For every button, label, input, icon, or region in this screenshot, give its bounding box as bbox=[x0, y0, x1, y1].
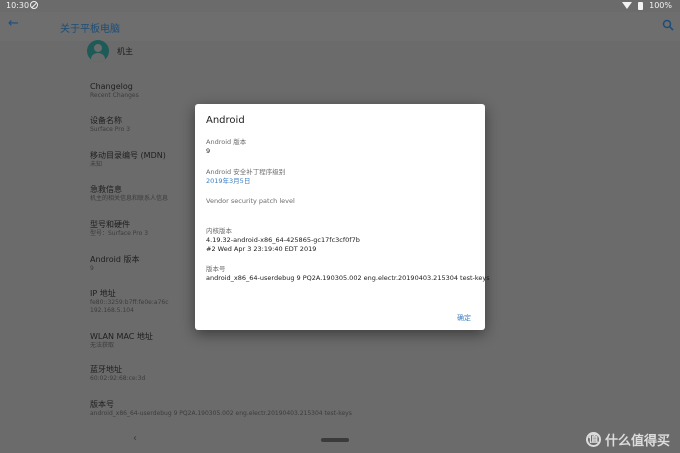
status-right: 100% bbox=[622, 1, 672, 10]
dialog-item-label: Android 安全补丁程序级别 bbox=[206, 168, 286, 176]
back-arrow-icon[interactable]: ← bbox=[8, 16, 19, 31]
list-item-title: 型号和硬件 bbox=[90, 220, 130, 229]
list-item-android-version[interactable]: Android 版本 9 bbox=[90, 254, 139, 273]
list-item-title: Changelog bbox=[90, 82, 133, 91]
dialog-item-vendor-patch: Vendor security patch level bbox=[206, 197, 295, 206]
dialog-item-value[interactable]: 2019年3月5日 bbox=[206, 177, 285, 186]
list-item-wlan-mac[interactable]: WLAN MAC 地址 无法获取 bbox=[90, 331, 153, 350]
do-not-disturb-icon bbox=[30, 1, 38, 9]
list-item-subtitle: Surface Pro 3 bbox=[90, 126, 131, 133]
list-item-model-hardware[interactable]: 型号和硬件 型号：Surface Pro 3 bbox=[90, 219, 148, 238]
list-item-title: 版本号 bbox=[90, 400, 114, 409]
list-item-build-number[interactable]: 版本号 android_x86_64-userdebug 9 PQ2A.1903… bbox=[90, 399, 352, 418]
list-item-subtitle-2: 192.168.5.104 bbox=[90, 307, 134, 314]
list-item-subtitle: 9 bbox=[90, 265, 94, 272]
avatar[interactable] bbox=[87, 40, 109, 62]
list-item-title: IP 地址 bbox=[90, 289, 116, 298]
list-item-bluetooth-address[interactable]: 蓝牙地址 60:02:92:68:ce:3d bbox=[90, 364, 145, 383]
nav-home-pill[interactable] bbox=[321, 438, 349, 442]
list-item-subtitle: android_x86_64-userdebug 9 PQ2A.190305.0… bbox=[90, 410, 352, 417]
dialog-item-android-version: Android 版本 9 bbox=[206, 138, 246, 156]
search-icon[interactable] bbox=[662, 19, 674, 31]
nav-back-icon[interactable]: ‹ bbox=[133, 433, 137, 444]
list-item-title: 移动目录编号 (MDN) bbox=[90, 151, 166, 160]
dialog-item-label: Vendor security patch level bbox=[206, 197, 295, 205]
watermark-text: 什么值得买 bbox=[604, 434, 670, 449]
dialog-title: Android bbox=[206, 115, 245, 126]
dialog-item-value: 9 bbox=[206, 147, 211, 155]
dialog-item-kernel-version: 内核版本 4.19.32-android-x86_64-425865-gc17f… bbox=[206, 227, 360, 254]
list-item-subtitle: 60:02:92:68:ce:3d bbox=[90, 375, 146, 382]
dialog-item-value: 4.19.32-android-x86_64-425865-gc17fc3cf0… bbox=[206, 236, 360, 244]
list-item-subtitle: 未知 bbox=[90, 161, 103, 168]
dialog-item-label: Android 版本 bbox=[206, 138, 247, 146]
dialog-item-label: 内核版本 bbox=[206, 227, 232, 235]
page-title: 关于平板电脑 bbox=[60, 24, 120, 35]
status-time: 10:30 bbox=[6, 1, 30, 10]
list-item-subtitle: 型号：Surface Pro 3 bbox=[90, 230, 149, 237]
dialog-item-label: 版本号 bbox=[206, 265, 226, 273]
list-item-title: Android 版本 bbox=[90, 255, 140, 264]
app-bar: ← 关于平板电脑 bbox=[0, 12, 680, 42]
dialog-item-value-2: #2 Wed Apr 3 23:19:40 EDT 2019 bbox=[206, 245, 317, 253]
battery-level: 100% bbox=[649, 1, 672, 10]
list-item-subtitle: Recent Changes bbox=[90, 92, 139, 99]
list-item-subtitle: 机主的相关信息和联系人信息 bbox=[90, 195, 169, 202]
list-item-title: WLAN MAC 地址 bbox=[90, 332, 153, 341]
list-item-changelog[interactable]: Changelog Recent Changes bbox=[90, 81, 139, 100]
list-item-device-name[interactable]: 设备名称 Surface Pro 3 bbox=[90, 115, 130, 134]
dialog-item-build-number: 版本号 android_x86_64-userdebug 9 PQ2A.1903… bbox=[206, 265, 490, 283]
list-item-title: 设备名称 bbox=[90, 116, 122, 125]
watermark-logo-icon: 值 bbox=[585, 432, 601, 447]
list-item-ip-address[interactable]: IP 地址 fe80::3259:b7ff:fe0e:a76c 192.168.… bbox=[90, 288, 169, 315]
wifi-icon bbox=[622, 2, 633, 9]
navigation-bar: ‹ 值 什么值得买 bbox=[0, 426, 680, 453]
list-item-emergency-info[interactable]: 急救信息 机主的相关信息和联系人信息 bbox=[90, 184, 168, 203]
status-bar: 10:30 100% bbox=[0, 0, 680, 12]
list-item-subtitle: 无法获取 bbox=[90, 342, 115, 349]
dialog-item-security-patch: Android 安全补丁程序级别 2019年3月5日 bbox=[206, 168, 285, 186]
dialog-item-value: android_x86_64-userdebug 9 PQ2A.190305.0… bbox=[206, 274, 490, 282]
owner-label: 机主 bbox=[117, 47, 133, 56]
watermark: 值 什么值得买 bbox=[585, 430, 670, 449]
battery-icon bbox=[638, 1, 644, 10]
list-item-title: 蓝牙地址 bbox=[90, 365, 122, 374]
list-item-title: 急救信息 bbox=[90, 185, 122, 194]
list-item-mdn[interactable]: 移动目录编号 (MDN) 未知 bbox=[90, 150, 166, 169]
ok-button[interactable]: 确定 bbox=[457, 313, 471, 323]
android-version-dialog: Android Android 版本 9 Android 安全补丁程序级别 20… bbox=[195, 104, 490, 330]
list-item-subtitle: fe80::3259:b7ff:fe0e:a76c bbox=[90, 299, 169, 306]
